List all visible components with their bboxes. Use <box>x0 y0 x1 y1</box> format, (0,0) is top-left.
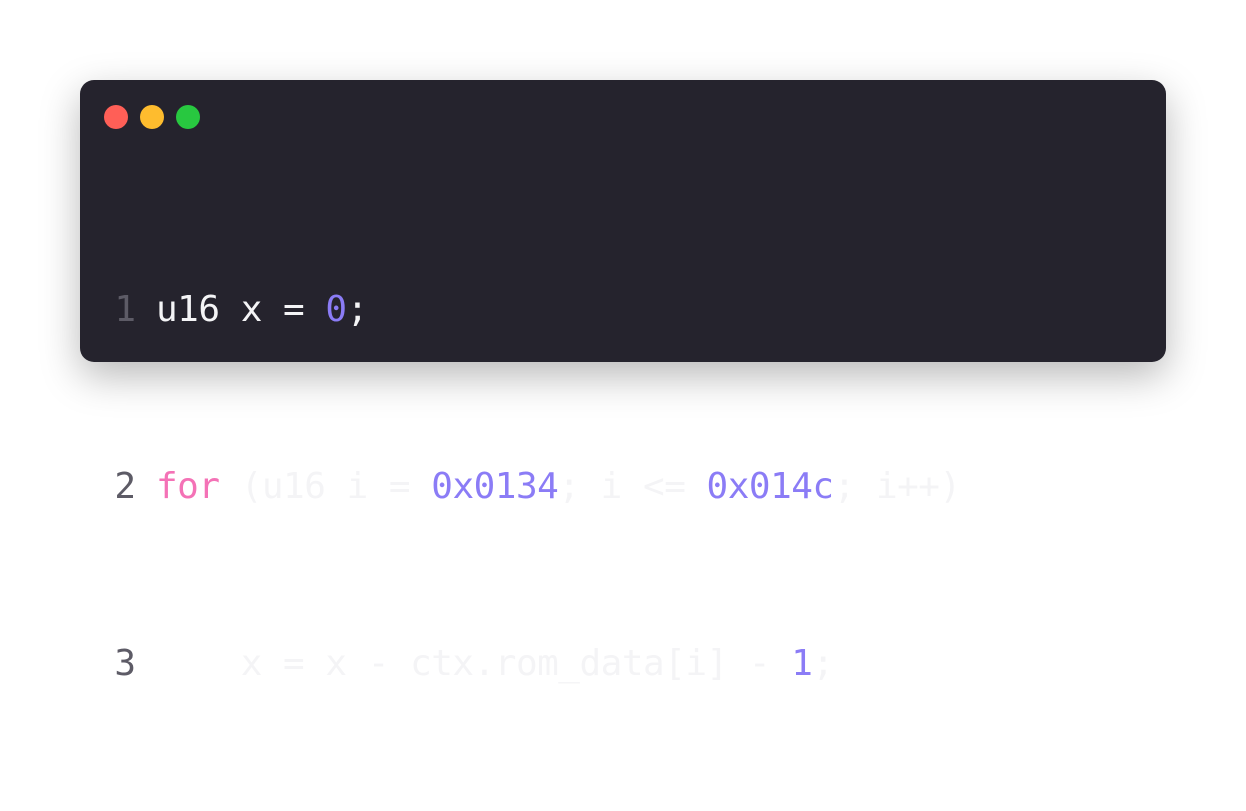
number-literal: 0x014c <box>706 466 835 507</box>
window-controls <box>104 105 200 129</box>
code-line-1: 1 u16 x = 0; <box>80 280 1166 339</box>
code-token: u16 x = <box>156 289 326 330</box>
minimize-button[interactable] <box>140 105 164 129</box>
number-literal: 0x0134 <box>431 466 559 507</box>
code-line-2: 2 for (u16 i = 0x0134; i <= 0x014c; i++) <box>80 457 1166 516</box>
number-literal: 0 <box>325 289 347 330</box>
code-text: x = x - ctx.rom_data[i] - 1; <box>156 634 834 693</box>
code-text: for (u16 i = 0x0134; i <= 0x014c; i++) <box>156 457 961 516</box>
number-literal: 1 <box>791 643 813 684</box>
keyword-token: for <box>156 466 220 507</box>
code-line-3: 3 x = x - ctx.rom_data[i] - 1; <box>80 634 1166 693</box>
code-token: (u16 i = <box>219 466 432 507</box>
code-token: ; <box>812 643 834 684</box>
code-window: 1 u16 x = 0; 2 for (u16 i = 0x0134; i <=… <box>80 80 1166 684</box>
line-number: 3 <box>114 643 136 684</box>
maximize-button[interactable] <box>176 105 200 129</box>
code-token: ; <box>346 289 369 330</box>
line-number: 1 <box>114 289 136 330</box>
code-block: 1 u16 x = 0; 2 for (u16 i = 0x0134; i <=… <box>80 162 1166 811</box>
code-text: u16 x = 0; <box>156 280 368 339</box>
code-token: ; i <= <box>558 466 707 507</box>
code-token: ; i++) <box>833 466 962 507</box>
close-button[interactable] <box>104 105 128 129</box>
line-number: 2 <box>114 466 136 507</box>
code-token: x = x - ctx.rom_data[i] - <box>156 643 792 684</box>
